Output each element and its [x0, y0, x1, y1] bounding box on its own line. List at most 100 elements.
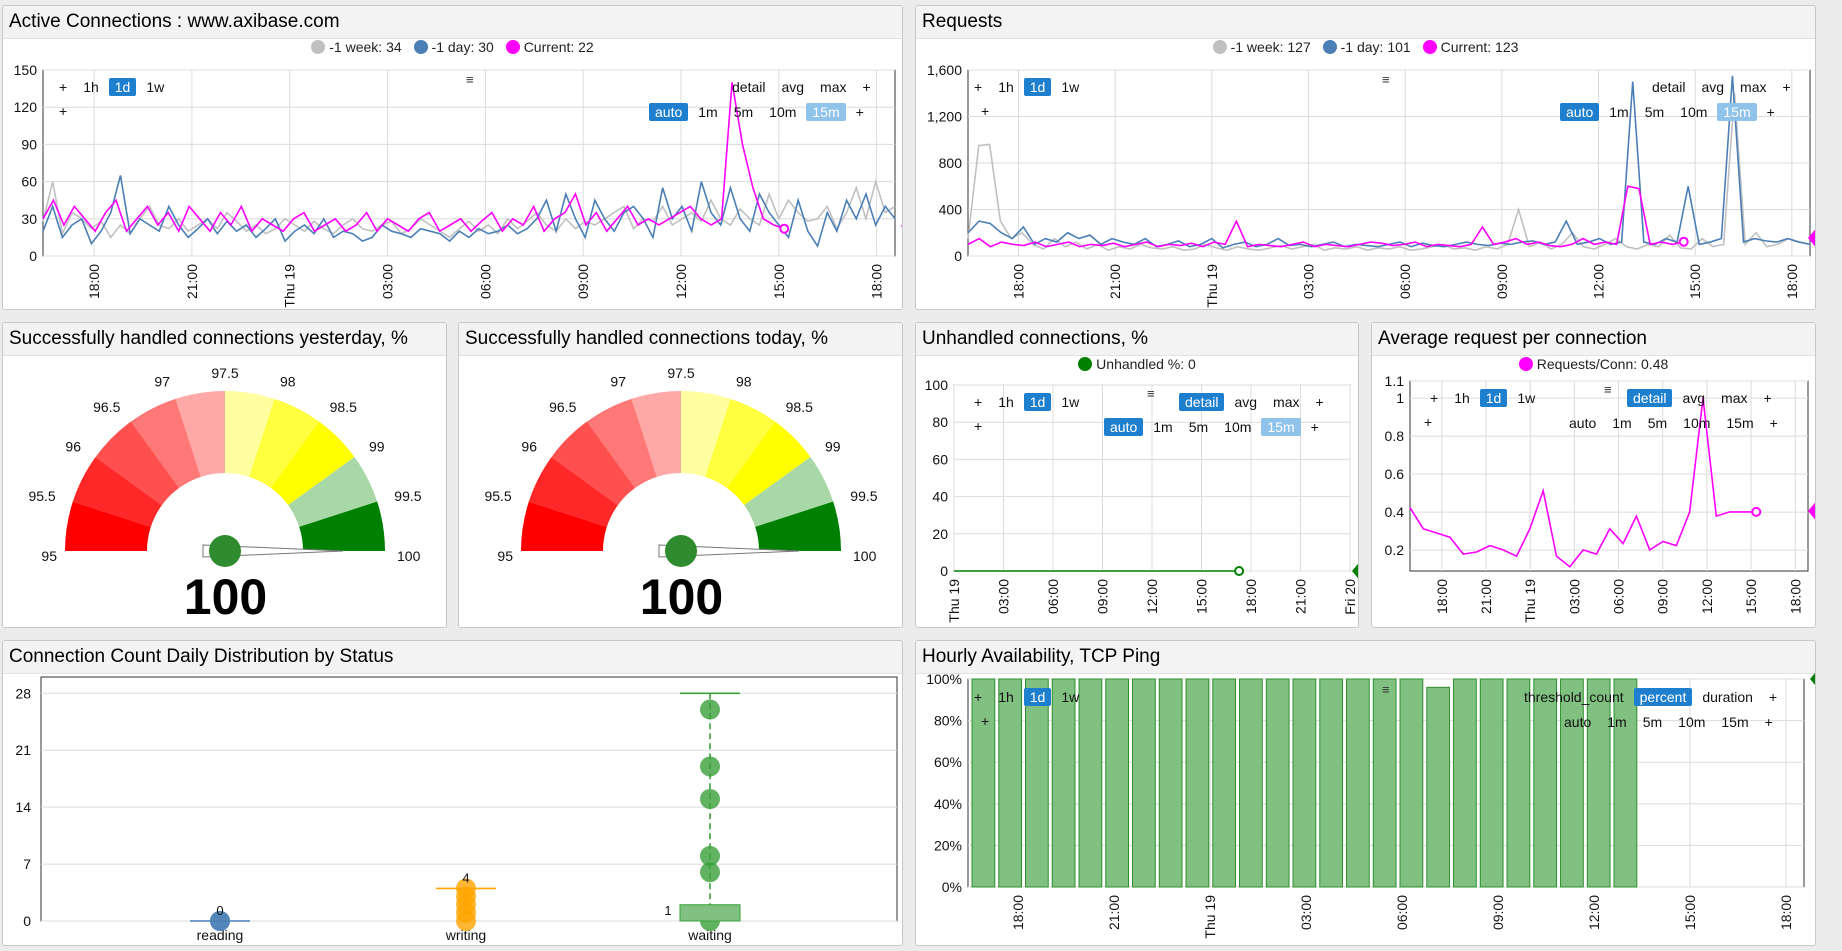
- interval-15m[interactable]: 15m: [1261, 418, 1301, 436]
- stat-max[interactable]: max: [814, 78, 852, 96]
- plus-button[interactable]: +: [968, 78, 988, 96]
- mode-percent[interactable]: percent: [1633, 688, 1693, 706]
- menu-icon[interactable]: ≡: [1147, 386, 1155, 401]
- stat-max[interactable]: max: [1267, 393, 1305, 411]
- interval-1m[interactable]: 1m: [692, 103, 723, 121]
- gauge-value: 100: [183, 569, 268, 625]
- interval-1m[interactable]: 1m: [1147, 418, 1178, 436]
- stat-controls: threshold_count percent duration +: [1518, 688, 1787, 706]
- period-1d[interactable]: 1d: [1023, 688, 1052, 706]
- bar: [1105, 678, 1130, 888]
- menu-icon[interactable]: ≡: [1382, 682, 1390, 697]
- y-tick-label: 40: [932, 489, 948, 505]
- plus-button[interactable]: +: [1759, 713, 1779, 731]
- stat-avg[interactable]: avg: [1695, 78, 1730, 96]
- period-1d[interactable]: 1d: [1023, 78, 1052, 96]
- bar: [1533, 678, 1558, 888]
- mode-threshold-count[interactable]: threshold_count: [1518, 688, 1630, 706]
- bar: [998, 678, 1023, 888]
- y-tick-label: 100: [925, 377, 949, 393]
- plus-button[interactable]: +: [1758, 389, 1778, 407]
- period-1w[interactable]: 1w: [1055, 78, 1085, 96]
- interval-auto[interactable]: auto: [649, 103, 689, 121]
- interval-auto[interactable]: auto: [1104, 418, 1144, 436]
- period-1h[interactable]: 1h: [992, 78, 1020, 96]
- x-tick-label: Thu 19: [282, 264, 298, 308]
- stat-detail[interactable]: detail: [1179, 393, 1225, 411]
- interval-10m[interactable]: 10m: [1674, 103, 1713, 121]
- period-1w[interactable]: 1w: [140, 78, 170, 96]
- interval-10m[interactable]: 10m: [763, 103, 802, 121]
- stat-detail[interactable]: detail: [1627, 389, 1673, 407]
- period-1h[interactable]: 1h: [1448, 389, 1476, 407]
- interval-10m[interactable]: 10m: [1218, 418, 1257, 436]
- stat-avg[interactable]: avg: [775, 78, 810, 96]
- x-tick-label: 09:00: [1490, 895, 1506, 930]
- period-1d[interactable]: 1d: [1023, 393, 1052, 411]
- period-1h[interactable]: 1h: [992, 688, 1020, 706]
- interval-5m[interactable]: 5m: [1183, 418, 1214, 436]
- x-tick-label: 18:00: [1010, 895, 1026, 930]
- menu-icon[interactable]: ≡: [466, 72, 474, 87]
- plus-button[interactable]: +: [53, 78, 73, 96]
- interval-auto[interactable]: auto: [1558, 713, 1597, 731]
- plus-button[interactable]: +: [1305, 418, 1325, 436]
- stat-avg[interactable]: avg: [1676, 389, 1711, 407]
- interval-1m[interactable]: 1m: [1603, 103, 1634, 121]
- plus-button[interactable]: +: [968, 688, 988, 706]
- menu-icon[interactable]: ≡: [1382, 72, 1390, 87]
- period-1h[interactable]: 1h: [992, 393, 1020, 411]
- interval-5m[interactable]: 5m: [1642, 414, 1673, 432]
- x-tick-label: 15:00: [1682, 895, 1698, 930]
- plus-button[interactable]: +: [857, 78, 877, 96]
- stat-max[interactable]: max: [1734, 78, 1772, 96]
- interval-15m[interactable]: 15m: [1715, 713, 1754, 731]
- period-1d[interactable]: 1d: [1479, 389, 1508, 407]
- gauge-tick-label: 97.5: [211, 365, 238, 381]
- plus-button[interactable]: +: [968, 393, 988, 411]
- plus-button[interactable]: +: [850, 103, 870, 121]
- y-tick-label: 28: [15, 685, 31, 701]
- plus-button[interactable]: +: [1763, 688, 1783, 706]
- stat-max[interactable]: max: [1715, 389, 1753, 407]
- period-1w[interactable]: 1w: [1055, 688, 1085, 706]
- interval-auto[interactable]: auto: [1560, 103, 1600, 121]
- interval-5m[interactable]: 5m: [1639, 103, 1670, 121]
- interval-5m[interactable]: 5m: [728, 103, 759, 121]
- mode-duration[interactable]: duration: [1696, 688, 1759, 706]
- plus-button[interactable]: +: [1310, 393, 1330, 411]
- y-tick-label: 1: [1396, 390, 1404, 406]
- plus-button[interactable]: +: [974, 418, 982, 434]
- interval-15m[interactable]: 15m: [1720, 414, 1759, 432]
- y-tick-label: 14: [15, 799, 31, 815]
- x-tick-label: 09:00: [1655, 579, 1671, 614]
- plus-button[interactable]: +: [59, 103, 67, 119]
- period-1d[interactable]: 1d: [108, 78, 137, 96]
- gauge-tick-label: 96.5: [549, 399, 576, 415]
- interval-1m[interactable]: 1m: [1606, 414, 1637, 432]
- interval-auto[interactable]: auto: [1563, 414, 1602, 432]
- interval-1m[interactable]: 1m: [1601, 713, 1632, 731]
- plus-button[interactable]: +: [1761, 103, 1781, 121]
- period-1h[interactable]: 1h: [77, 78, 105, 96]
- bar: [1158, 678, 1183, 888]
- interval-10m[interactable]: 10m: [1672, 713, 1711, 731]
- plus-button[interactable]: +: [1424, 414, 1432, 430]
- period-1w[interactable]: 1w: [1055, 393, 1085, 411]
- interval-10m[interactable]: 10m: [1677, 414, 1716, 432]
- plus-button[interactable]: +: [1764, 414, 1784, 432]
- period-1w[interactable]: 1w: [1511, 389, 1541, 407]
- gauge-tick-label: 97: [154, 374, 170, 390]
- stat-avg[interactable]: avg: [1228, 393, 1263, 411]
- stat-detail[interactable]: detail: [1646, 78, 1691, 96]
- box-label: 0: [216, 903, 223, 918]
- interval-15m[interactable]: 15m: [1717, 103, 1757, 121]
- plus-button[interactable]: +: [1424, 389, 1444, 407]
- plus-button[interactable]: +: [1777, 78, 1797, 96]
- plus-button[interactable]: +: [981, 713, 989, 729]
- plus-button[interactable]: +: [981, 103, 989, 119]
- interval-5m[interactable]: 5m: [1637, 713, 1668, 731]
- menu-icon[interactable]: ≡: [1604, 382, 1612, 397]
- stat-detail[interactable]: detail: [726, 78, 771, 96]
- interval-15m[interactable]: 15m: [806, 103, 846, 121]
